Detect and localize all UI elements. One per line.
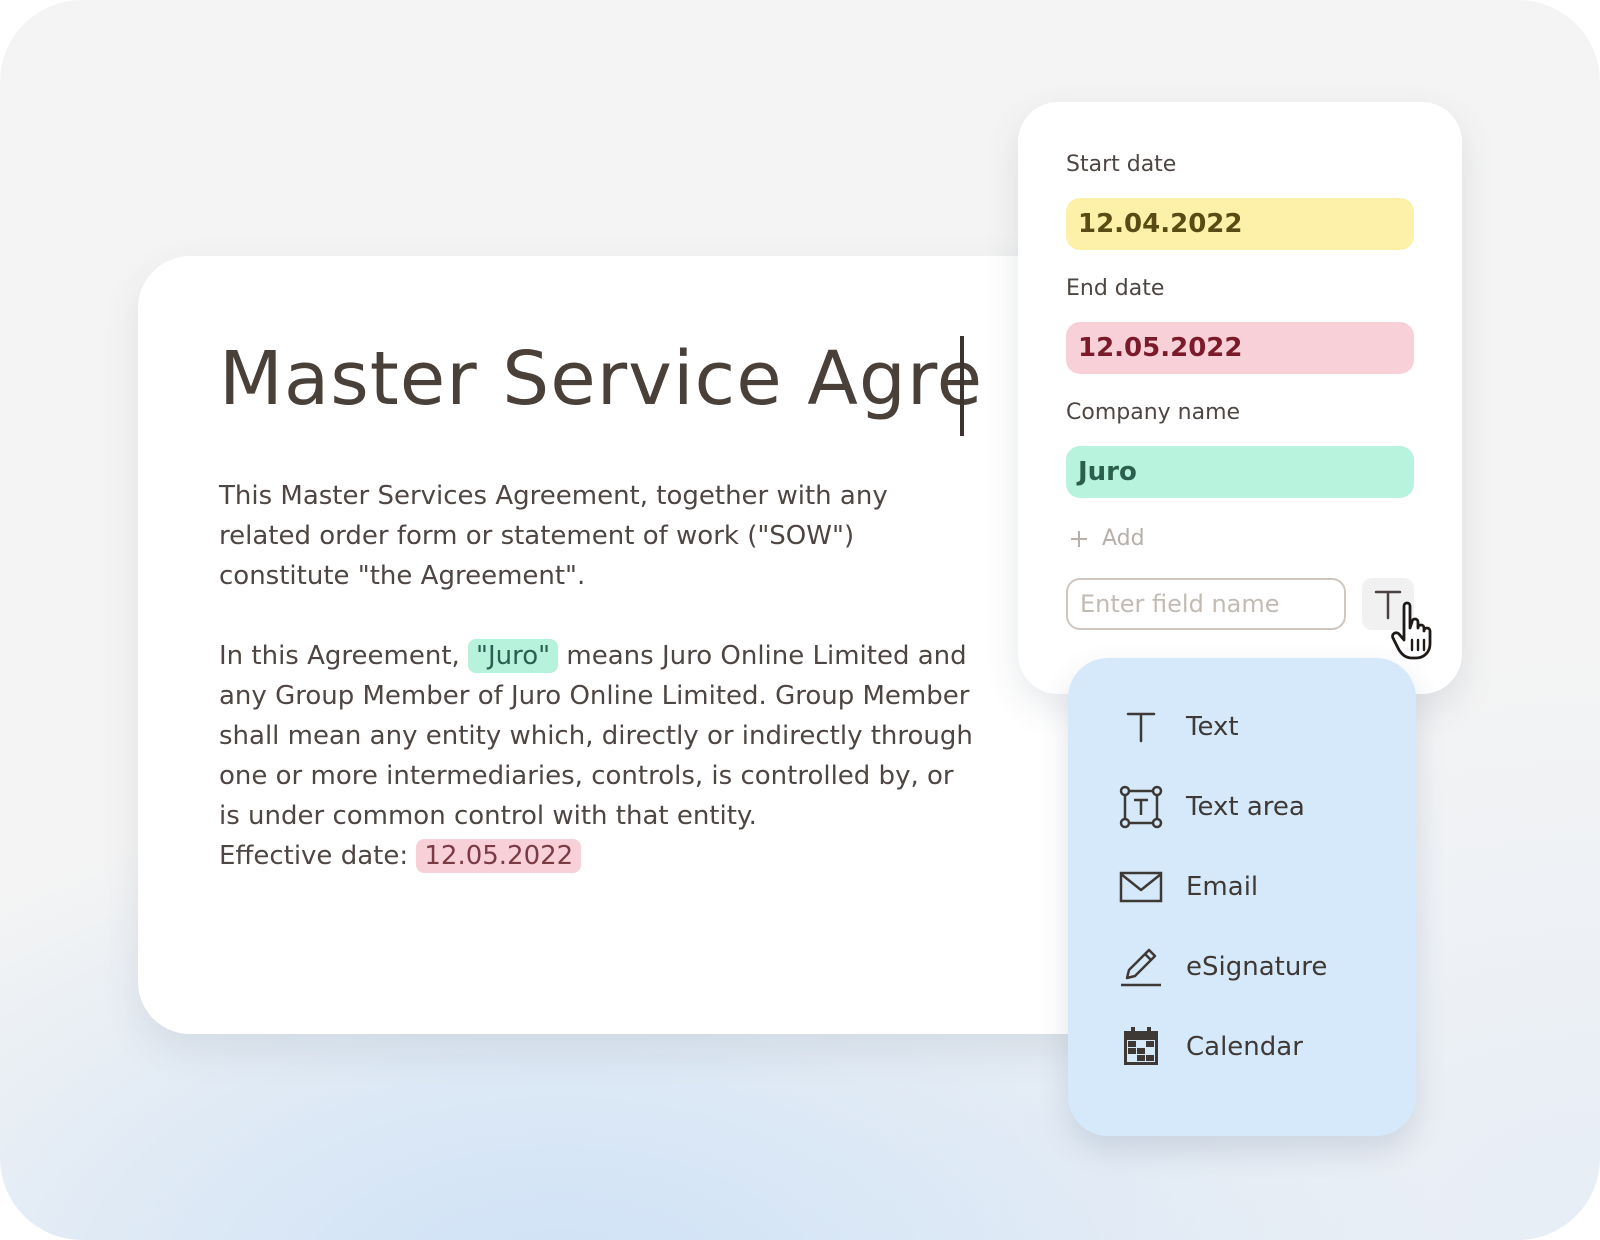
new-field-name-input[interactable] bbox=[1066, 578, 1346, 630]
calendar-icon bbox=[1118, 1024, 1164, 1070]
document-card: Master Service Agre This Master Services… bbox=[138, 256, 1138, 1034]
start-date-label: Start date bbox=[1066, 152, 1177, 177]
menu-item-email[interactable]: Email bbox=[1118, 862, 1398, 912]
add-field-button[interactable]: Add bbox=[1070, 526, 1145, 551]
menu-item-label: Email bbox=[1186, 872, 1259, 902]
plus-icon bbox=[1071, 530, 1087, 547]
effective-date-token[interactable]: 12.05.2022 bbox=[416, 839, 582, 873]
menu-item-label: Text area bbox=[1186, 792, 1305, 822]
end-date-label: End date bbox=[1066, 276, 1165, 301]
text-icon bbox=[1118, 704, 1164, 750]
company-name-field[interactable]: Juro bbox=[1066, 446, 1414, 498]
app-frame: Master Service Agre This Master Services… bbox=[0, 0, 1600, 1240]
start-date-field[interactable]: 12.04.2022 bbox=[1066, 198, 1414, 250]
menu-item-text[interactable]: Text bbox=[1118, 702, 1398, 752]
document-body[interactable]: This Master Services Agreement, together… bbox=[219, 476, 979, 876]
paragraph-agreement: This Master Services Agreement, together… bbox=[219, 481, 888, 591]
menu-item-label: eSignature bbox=[1186, 952, 1328, 982]
add-field-label: Add bbox=[1102, 526, 1145, 551]
definition-text-before: In this Agreement, bbox=[219, 641, 469, 671]
effective-date-label: Effective date: bbox=[219, 841, 417, 871]
text-area-icon bbox=[1118, 784, 1164, 830]
end-date-field[interactable]: 12.05.2022 bbox=[1066, 322, 1414, 374]
menu-item-calendar[interactable]: Calendar bbox=[1118, 1022, 1398, 1072]
menu-item-label: Calendar bbox=[1186, 1032, 1303, 1062]
menu-item-text-area[interactable]: Text area bbox=[1118, 782, 1398, 832]
field-type-menu: Text Text area Email eSignature Calendar bbox=[1068, 658, 1416, 1136]
menu-item-label: Text bbox=[1186, 712, 1239, 742]
text-caret bbox=[960, 336, 964, 436]
envelope-icon bbox=[1118, 864, 1164, 910]
hand-cursor-icon bbox=[1391, 601, 1432, 660]
company-name-token[interactable]: "Juro" bbox=[468, 639, 559, 673]
menu-item-esignature[interactable]: eSignature bbox=[1118, 942, 1398, 992]
document-title[interactable]: Master Service Agre bbox=[219, 336, 983, 422]
company-name-label: Company name bbox=[1066, 400, 1241, 425]
pen-icon bbox=[1118, 944, 1164, 990]
paragraph-definition: In this Agreement, "Juro" means Juro Onl… bbox=[219, 636, 979, 876]
